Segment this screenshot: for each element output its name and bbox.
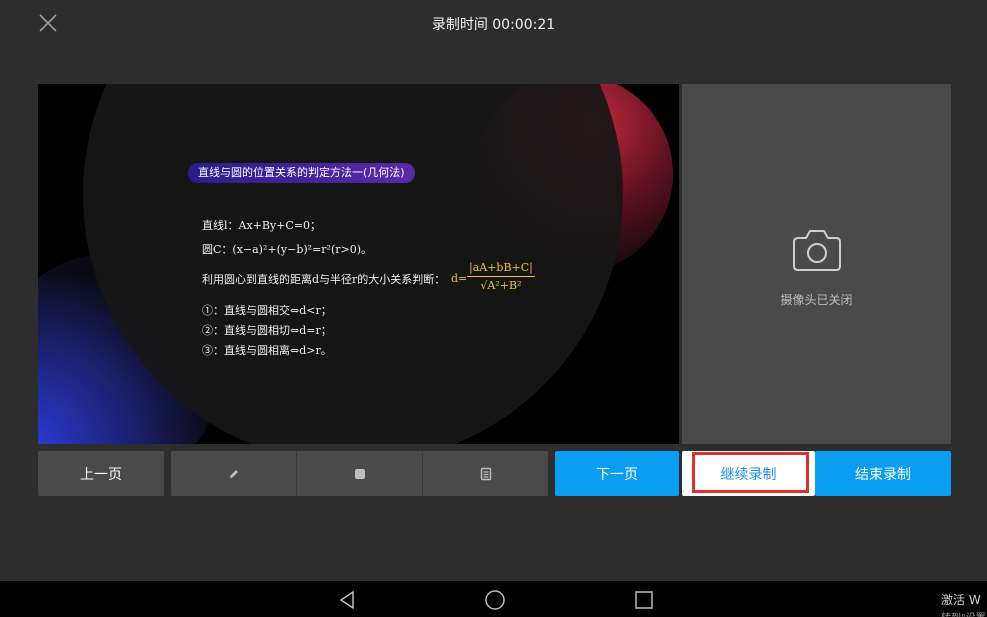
- top-bar: 录制时间 00:00:21: [0, 0, 987, 48]
- slide-preview: 直线与圆的位置关系的判定方法一(几何法) 直线l：Ax+By+C=0； 圆C：(…: [38, 84, 679, 444]
- slide-line-3: 利用圆心到直线的距离d与半径r的大小关系判断：: [202, 273, 446, 286]
- back-icon[interactable]: [336, 589, 358, 611]
- camera-icon: [790, 224, 844, 274]
- formula-lhs: d=: [451, 272, 468, 285]
- tool-group: [171, 451, 548, 496]
- recording-time: 录制时间 00:00:21: [431, 17, 556, 33]
- next-page-button[interactable]: 下一页: [555, 451, 679, 496]
- recents-icon[interactable]: [633, 589, 655, 611]
- slide-title: 直线与圆的位置关系的判定方法一(几何法): [188, 163, 415, 183]
- camera-status: 摄像头已关闭: [780, 293, 853, 307]
- formula-denominator: √A²+B²: [480, 279, 522, 292]
- prev-page-button[interactable]: 上一页: [38, 451, 164, 496]
- slide-line-6: ③：直线与圆相离⇔d>r。: [202, 344, 332, 357]
- slide-line-4: ①：直线与圆相交⇔d<r；: [202, 304, 332, 317]
- document-icon: [480, 467, 491, 480]
- camera-panel: 摄像头已关闭: [682, 84, 951, 444]
- slide-line-1: 直线l：Ax+By+C=0；: [202, 219, 322, 232]
- activation-watermark: 激活 W: [941, 593, 981, 607]
- home-icon[interactable]: [484, 589, 506, 611]
- end-recording-button[interactable]: 结束录制: [815, 451, 951, 496]
- slide-line-2: 圆C：(x−a)²+(y−b)²=r²(r>0)。: [202, 243, 373, 256]
- continue-recording-button[interactable]: 继续录制: [682, 451, 815, 496]
- pen-tool-button[interactable]: [171, 451, 297, 496]
- system-nav-bar: [0, 581, 987, 617]
- slide-line-5: ②：直线与圆相切⇔d=r；: [202, 324, 332, 337]
- activation-watermark-sub: 转到"设置: [941, 609, 986, 617]
- square-icon: [354, 468, 365, 479]
- square-tool-button[interactable]: [297, 451, 423, 496]
- slide-background: [38, 84, 679, 444]
- formula-numerator: |aA+bB+C|: [467, 261, 535, 277]
- pen-icon: [229, 469, 238, 478]
- document-tool-button[interactable]: [423, 451, 548, 496]
